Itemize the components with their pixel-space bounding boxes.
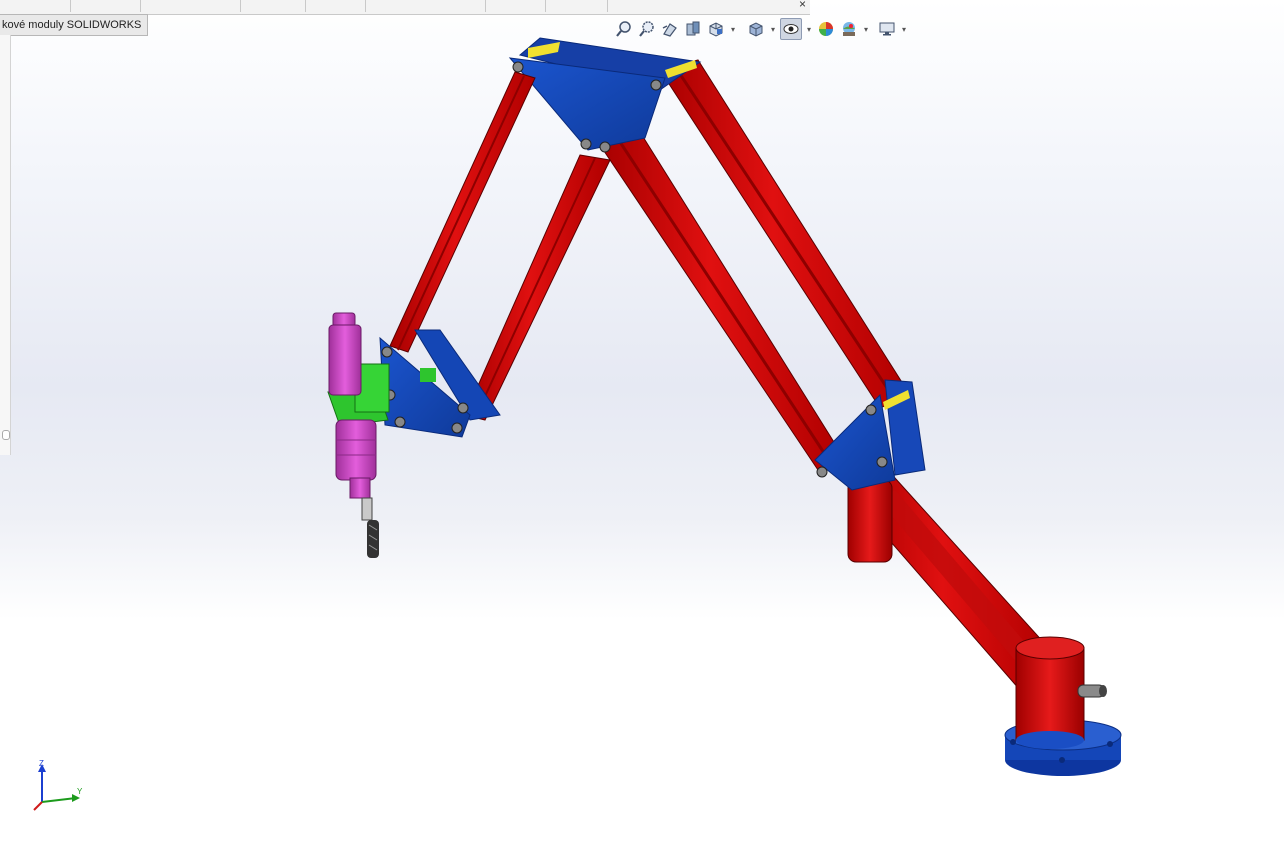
triad-z-label: Z bbox=[39, 759, 44, 768]
triad-y-label: Y bbox=[77, 787, 83, 796]
graphics-area[interactable] bbox=[0, 0, 1284, 861]
reference-triad: Z Y bbox=[26, 758, 86, 818]
tapping-tool[interactable] bbox=[328, 312, 379, 558]
base-assembly[interactable] bbox=[1004, 636, 1122, 776]
elbow-bracket[interactable] bbox=[814, 379, 926, 491]
top-bracket[interactable] bbox=[508, 37, 702, 153]
